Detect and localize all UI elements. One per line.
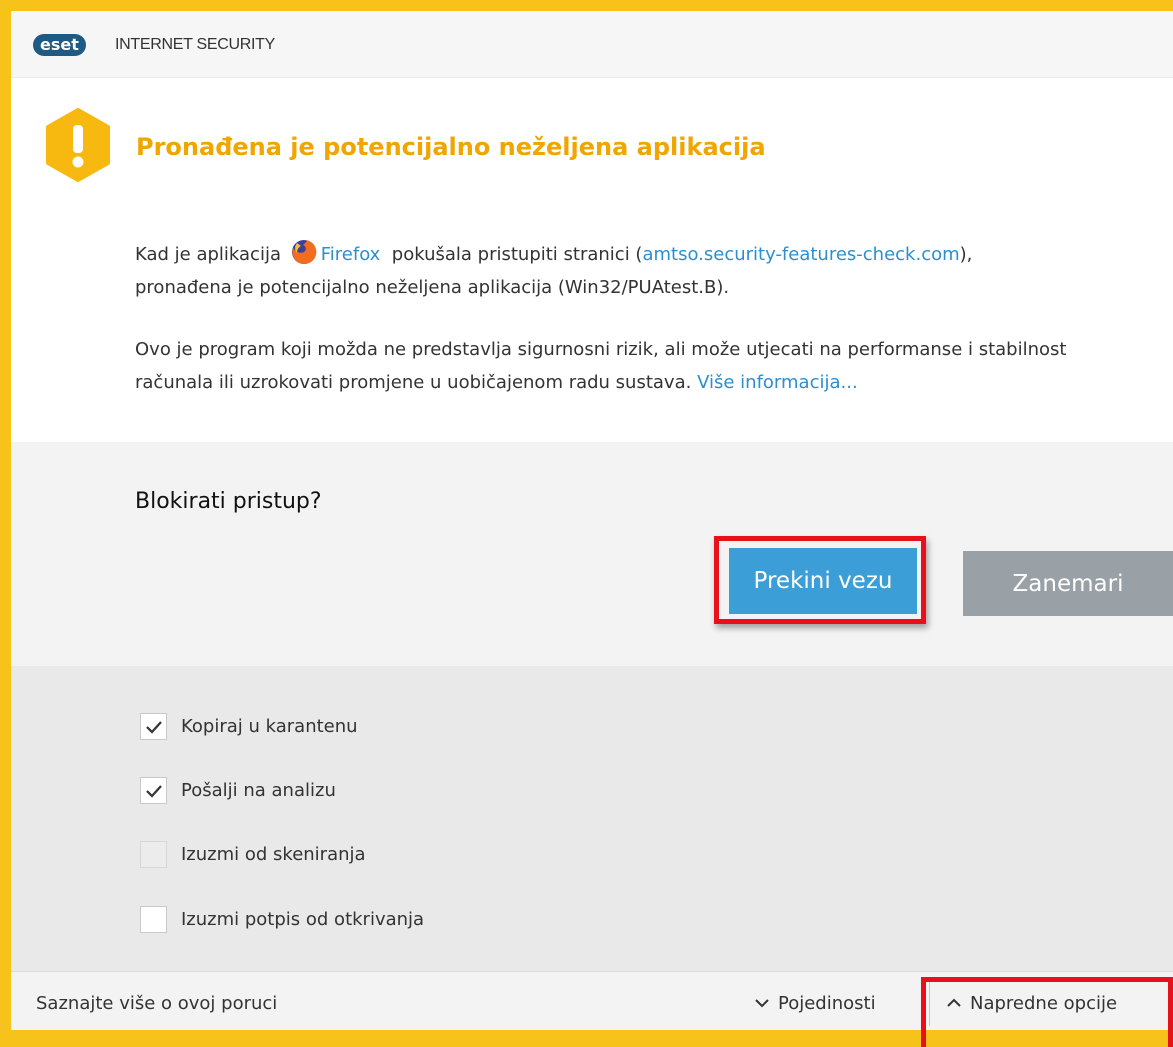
firefox-icon	[291, 239, 317, 264]
ignore-button[interactable]: Zanemari	[963, 551, 1173, 616]
action-panel: Blokirati pristup? Prekini vezu Zanemari	[11, 442, 1173, 666]
option-label: Pošalji na analizu	[181, 780, 336, 801]
app-title: INTERNET SECURITY	[115, 36, 275, 53]
message-text: ),	[959, 244, 973, 265]
chevron-up-icon	[947, 998, 961, 1007]
title-bar: eset INTERNET SECURITY	[11, 11, 1173, 78]
details-toggle[interactable]: Pojedinosti	[755, 988, 876, 1020]
checkbox-exclude-scanning[interactable]	[140, 841, 167, 868]
learn-more-link[interactable]: Saznajte više o ovoj poruci	[36, 990, 277, 1018]
option-label: Kopiraj u karantenu	[181, 716, 358, 737]
advanced-options-label: Napredne opcije	[970, 993, 1118, 1014]
eset-logo: eset	[33, 34, 86, 56]
chevron-down-icon	[755, 999, 769, 1008]
alert-window: eset INTERNET SECURITY Pronađena je pote…	[11, 11, 1173, 1047]
options-panel: Kopiraj u karantenu Pošalji na analizu I…	[11, 666, 1173, 971]
option-label: Izuzmi od skeniranja	[181, 844, 366, 865]
message-text: Ovo je program koji možda ne predstavlja…	[135, 339, 1067, 393]
site-link[interactable]: amtso.security-features-check.com	[642, 244, 959, 265]
checkbox-submit-analysis[interactable]	[140, 777, 167, 804]
advanced-options-toggle[interactable]: Napredne opcije	[947, 988, 1117, 1020]
checkbox-quarantine[interactable]	[140, 713, 167, 740]
warning-icon	[46, 108, 110, 182]
disconnect-button[interactable]: Prekini vezu	[729, 548, 917, 614]
checkmark-icon	[146, 721, 162, 734]
firefox-app-link[interactable]: Firefox	[321, 244, 381, 265]
message-text: pronađena je potencijalno neželjena apli…	[135, 277, 730, 298]
question-text: Blokirati pristup?	[135, 489, 322, 514]
alert-title: Pronađena je potencijalno neželjena apli…	[136, 133, 766, 161]
message-text: Kad je aplikacija	[135, 244, 281, 265]
details-label: Pojedinosti	[778, 993, 876, 1014]
checkmark-icon	[146, 785, 162, 798]
message-text: pokušala pristupiti stranici (	[391, 244, 643, 265]
option-label: Izuzmi potpis od otkrivanja	[181, 909, 425, 930]
checkbox-exclude-signature[interactable]	[140, 906, 167, 933]
alert-message-description: Ovo je program koji možda ne predstavlja…	[135, 333, 1115, 399]
footer-bar: Saznajte više o ovoj poruci Pojedinosti …	[11, 971, 1173, 1047]
alert-message-detection: Kad je aplikacija Firefox pokušala prist…	[135, 238, 1115, 304]
more-info-link[interactable]: Više informacija...	[697, 372, 858, 393]
